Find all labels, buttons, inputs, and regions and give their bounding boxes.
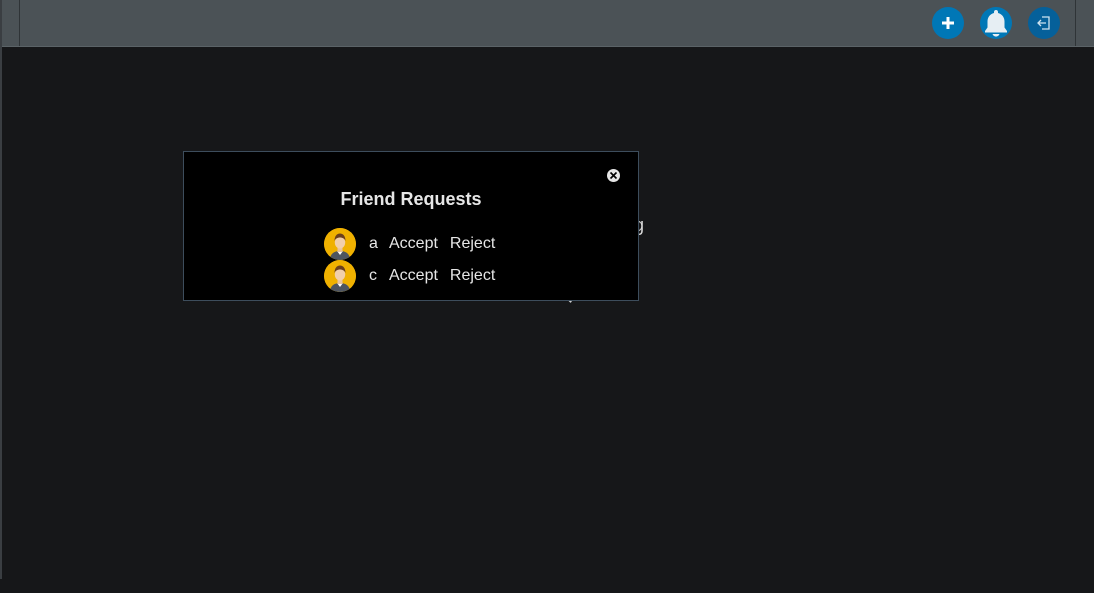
user-avatar-icon xyxy=(324,260,356,292)
top-navbar xyxy=(2,0,1094,47)
notifications-button[interactable] xyxy=(980,7,1012,39)
friend-request-row: c Accept Reject xyxy=(324,260,495,292)
accept-button[interactable]: Accept xyxy=(389,235,438,253)
app-root: aging Friend Requests a Accept Re xyxy=(0,0,1094,593)
accept-button[interactable]: Accept xyxy=(389,267,438,285)
modal-title: Friend Requests xyxy=(340,189,482,209)
friend-request-row: a Accept Reject xyxy=(324,228,495,260)
user-avatar-icon xyxy=(324,228,356,260)
bell-icon xyxy=(985,10,1007,37)
navbar-divider xyxy=(19,0,20,46)
requester-name: c xyxy=(369,267,377,284)
navbar-divider xyxy=(1075,0,1076,46)
reject-button[interactable]: Reject xyxy=(450,267,495,285)
logout-icon xyxy=(1037,16,1050,30)
add-button[interactable] xyxy=(932,7,964,39)
left-border xyxy=(0,0,2,579)
requester-name: a xyxy=(369,235,378,252)
reject-button[interactable]: Reject xyxy=(450,235,495,253)
plus-icon xyxy=(942,17,954,29)
logout-button[interactable] xyxy=(1028,7,1060,39)
close-icon xyxy=(609,171,618,180)
friend-requests-modal: Friend Requests a Accept Reject c Accept… xyxy=(183,151,639,301)
close-button[interactable] xyxy=(607,169,620,182)
